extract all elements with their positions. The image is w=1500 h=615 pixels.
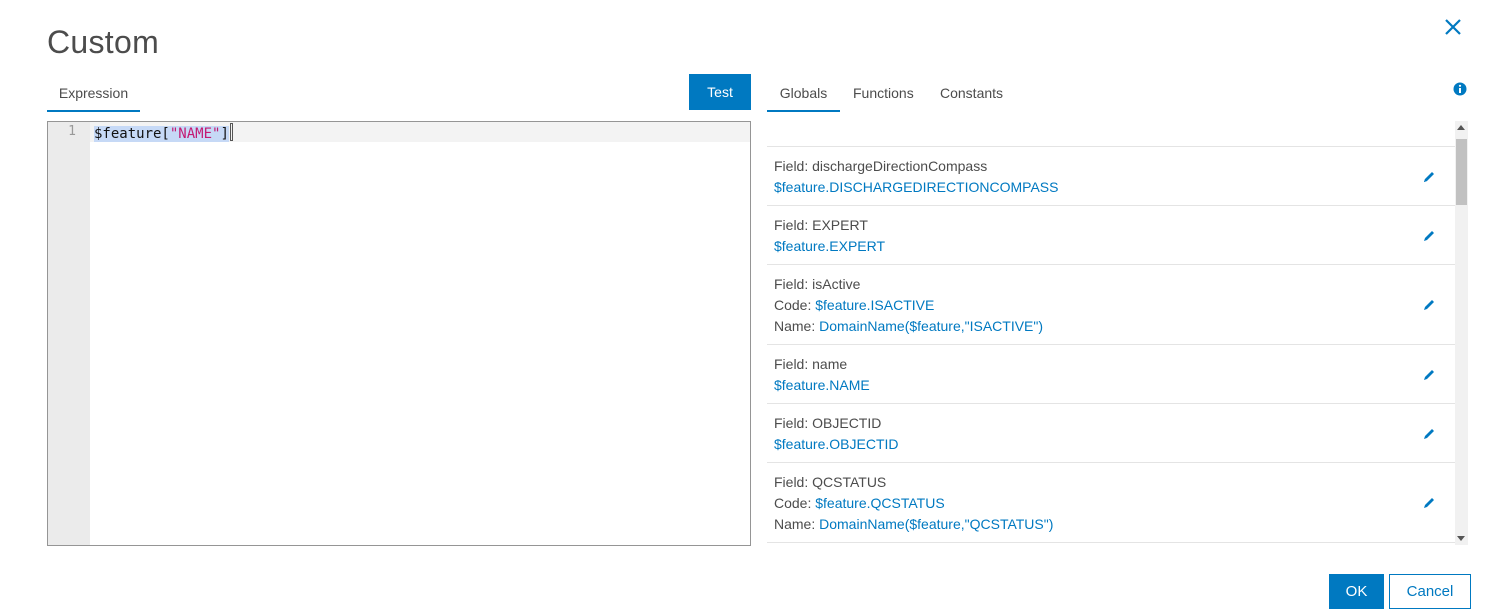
global-item-dischargedirectioncompass[interactable]: Field: discharge​DirectionCompass $featu… [767,146,1455,205]
tab-functions[interactable]: Functions [853,74,914,112]
global-item-qcstatus[interactable]: Field: QCSTATUS Code: $feature.QCSTATUS … [767,462,1455,543]
global-item-expert[interactable]: Field: EXPERT $feature.EXPERT [767,205,1455,264]
cancel-button[interactable]: Cancel [1389,574,1471,609]
field-label: Field: OBJECTID [774,415,882,431]
expression-tab-bar: Expression Test [47,74,751,112]
field-label: Field: EXPERT [774,217,868,233]
field-label: Field: name [774,356,848,372]
pencil-icon[interactable] [1421,169,1437,185]
name-value-link[interactable]: DomainName($feature,"QCSTATUS") [819,516,1053,532]
name-label: Name: [774,516,816,532]
code-token-string: "NAME" [169,126,221,142]
code-token-bracket: ] [220,126,229,142]
code-selection: $feature["NAME"] [94,126,229,142]
global-item-isactive[interactable]: Field: isActive Code: $feature.ISACTIVE … [767,264,1455,344]
info-icon[interactable] [1453,82,1467,96]
field-label: Field: QCSTATUS [774,474,887,490]
tab-expression[interactable]: Expression [47,74,140,112]
code-label: Code: [774,495,812,511]
code-value-link[interactable]: $feature.ISACTIVE [815,297,934,313]
line-number-gutter: 1 [48,122,90,545]
test-button[interactable]: Test [689,74,751,110]
code-row: Code: $feature.QCSTATUS [774,493,945,513]
code-line[interactable]: $feature["NAME"] [94,123,233,142]
text-cursor [229,123,233,141]
name-label: Name: [774,318,816,334]
scroll-thumb[interactable] [1456,139,1467,205]
tab-constants[interactable]: Constants [940,74,1003,112]
tab-globals[interactable]: Globals [767,74,840,112]
code-value-link[interactable]: $feature.QCSTATUS [815,495,944,511]
close-icon[interactable] [1441,15,1465,39]
code-editor[interactable]: 1 $feature["NAME"] [47,121,751,546]
pencil-icon[interactable] [1421,367,1437,383]
name-row: Name: DomainName($feature,"ISACTIVE") [774,316,1043,336]
global-item-name[interactable]: Field: name $feature.NAME [767,344,1455,403]
field-value-link[interactable]: $feature.EXPERT [774,236,885,256]
pencil-icon[interactable] [1421,228,1437,244]
profile-tab-bar: Globals Functions Constants [767,74,1467,112]
line-number: 1 [68,124,76,139]
field-value-link[interactable]: $feature.DISCHARGEDIRECTIONCOMPASS [774,177,1058,197]
globals-list: Field: discharge​DirectionCompass $featu… [767,121,1455,545]
scroll-up-arrow-icon[interactable] [1457,125,1465,130]
field-value-link[interactable]: $feature.OBJECTID [774,434,899,454]
pencil-icon[interactable] [1421,297,1437,313]
field-label: Field: isActive [774,276,861,292]
dialog-title: Custom [47,24,160,60]
name-value-link[interactable]: DomainName($feature,"ISACTIVE") [819,318,1043,334]
scroll-down-arrow-icon[interactable] [1457,536,1465,541]
pencil-icon[interactable] [1421,495,1437,511]
code-token-feature: $feature[ [94,126,170,142]
pencil-icon[interactable] [1421,426,1437,442]
ok-button[interactable]: OK [1329,574,1384,609]
code-row: Code: $feature.ISACTIVE [774,295,934,315]
globals-scrollbar[interactable] [1455,121,1468,545]
global-item-objectid[interactable]: Field: OBJECTID $feature.OBJECTID [767,403,1455,462]
code-label: Code: [774,297,812,313]
name-row: Name: DomainName($feature,"QCSTATUS") [774,514,1053,534]
field-value-link[interactable]: $feature.NAME [774,375,870,395]
field-label: Field: discharge​DirectionCompass [774,158,988,174]
